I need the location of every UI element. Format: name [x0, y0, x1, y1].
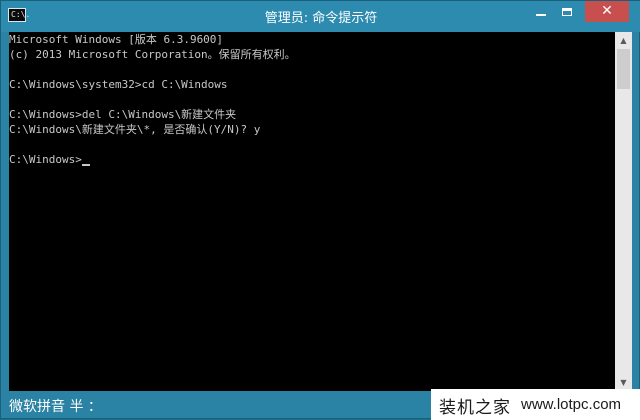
minimize-button[interactable] [528, 1, 554, 22]
maximize-button[interactable] [554, 1, 580, 22]
cmd-window: C:\. 管理员: 命令提示符 ✕ Microsoft Windows [版本 … [0, 0, 640, 420]
console-prompt: C:\Windows> [9, 153, 82, 166]
text-cursor [81, 164, 90, 166]
watermark-brand: 装机之家 [439, 398, 511, 418]
vertical-scrollbar[interactable]: ▲ ▼ [615, 32, 632, 391]
console-output[interactable]: Microsoft Windows [版本 6.3.9600] (c) 2013… [9, 32, 615, 391]
console-line: Microsoft Windows [版本 6.3.9600] [9, 33, 224, 46]
ime-status-text: 微软拼音 半 ： [9, 399, 102, 415]
console-prompt-line: C:\Windows> [9, 153, 90, 167]
scroll-thumb[interactable] [617, 49, 630, 89]
console-line: C:\Windows\新建文件夹\*, 是否确认(Y/N)? y [9, 123, 261, 136]
watermark-url: www.lotpc.com [521, 396, 622, 413]
console-line: C:\Windows\system32>cd C:\Windows [9, 78, 228, 91]
maximize-icon [562, 7, 572, 16]
close-button[interactable]: ✕ [585, 1, 629, 22]
ime-status-bar[interactable]: 微软拼音 半 ： [1, 393, 431, 420]
console-line: C:\Windows>del C:\Windows\新建文件夹 [9, 108, 237, 121]
title-bar[interactable]: C:\. 管理员: 命令提示符 ✕ [1, 1, 640, 32]
scroll-up-arrow-icon[interactable]: ▲ [615, 32, 632, 49]
console-line: (c) 2013 Microsoft Corporation。保留所有权利。 [9, 48, 296, 61]
watermark: 装机之家 www.lotpc.com [431, 389, 640, 420]
close-icon: ✕ [601, 3, 613, 19]
minimize-icon [536, 13, 546, 16]
